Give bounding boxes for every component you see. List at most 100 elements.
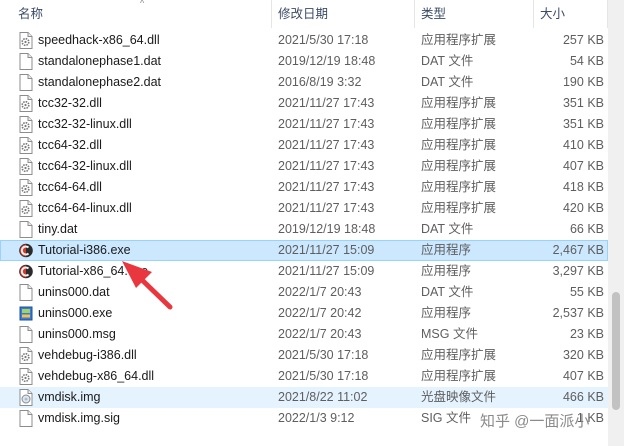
dll-gear-icon <box>19 347 33 364</box>
file-modified-date: 2021/11/27 17:43 <box>278 96 375 110</box>
dll-gear-icon <box>19 158 33 175</box>
file-modified-date: 2021/5/30 17:18 <box>278 348 369 362</box>
dll-gear-icon <box>19 116 33 133</box>
file-type: 应用程序 <box>421 264 472 278</box>
dll-gear-icon <box>19 32 33 49</box>
file-modified-date: 2016/8/19 3:32 <box>278 75 362 89</box>
column-header-date[interactable]: 修改日期 <box>272 0 328 28</box>
file-name: Tutorial-x86_64.exe <box>38 264 149 278</box>
file-name: unins000.msg <box>38 327 116 341</box>
installer-icon <box>19 305 33 322</box>
file-name: standalonephase1.dat <box>38 54 162 68</box>
file-modified-date: 2021/11/27 17:43 <box>278 117 375 131</box>
sort-ascending-icon: ^ <box>140 0 145 8</box>
file-name: Tutorial-i386.exe <box>38 243 131 257</box>
file-size: 23 KB <box>569 327 604 341</box>
file-name: speedhack-x86_64.dll <box>38 33 160 47</box>
file-name: tcc64-32.dll <box>38 138 102 152</box>
file-name: unins000.exe <box>38 306 113 320</box>
file-name: vmdisk.img <box>38 390 101 404</box>
cheat-engine-icon <box>19 263 33 280</box>
file-type: 应用程序扩展 <box>421 348 497 362</box>
file-row[interactable]: Tutorial-x86_64.exe 2021/11/27 15:09 应用程序 3… <box>0 261 608 282</box>
file-type: 应用程序扩展 <box>421 117 497 131</box>
dll-gear-icon <box>19 179 33 196</box>
file-modified-date: 2022/1/7 20:43 <box>278 285 362 299</box>
column-header-name[interactable]: 名称 <box>12 0 43 28</box>
file-modified-date: 2022/1/7 20:43 <box>278 327 362 341</box>
file-list: speedhack-x86_64.dll 2021/5/30 17:18 应用程序扩… <box>0 28 608 446</box>
file-row[interactable]: tiny.dat 2019/12/19 18:48 DAT 文件 66 KB <box>0 219 608 240</box>
column-header-bar: 名称 ^ 修改日期 类型 大小 <box>0 0 624 28</box>
file-row[interactable]: speedhack-x86_64.dll 2021/5/30 17:18 应用程序扩… <box>0 30 608 51</box>
cheat-engine-icon <box>19 242 33 259</box>
file-type: DAT 文件 <box>421 285 474 299</box>
file-row[interactable]: Tutorial-i386.exe 2021/11/27 15:09 应用程序 2,4… <box>0 240 608 261</box>
file-modified-date: 2022/1/3 9:12 <box>278 411 355 425</box>
file-size: 2,467 KB <box>552 243 604 257</box>
file-row[interactable]: unins000.dat 2022/1/7 20:43 DAT 文件 55 KB <box>0 282 608 303</box>
file-row[interactable]: tcc64-32.dll 2021/11/27 17:43 应用程序扩展 410 KB <box>0 135 608 156</box>
file-type: 应用程序扩展 <box>421 96 497 110</box>
file-row[interactable]: standalonephase2.dat 2016/8/19 3:32 DAT 文件… <box>0 72 608 93</box>
dll-gear-icon <box>19 200 33 217</box>
blank-file-icon <box>19 74 33 91</box>
file-row[interactable]: tcc64-64-linux.dll 2021/11/27 17:43 应用程序扩展… <box>0 198 608 219</box>
file-modified-date: 2021/11/27 17:43 <box>278 159 375 173</box>
file-row[interactable]: tcc64-64.dll 2021/11/27 17:43 应用程序扩展 418 KB <box>0 177 608 198</box>
file-type: 应用程序扩展 <box>421 138 497 152</box>
file-size: 54 KB <box>569 54 604 68</box>
file-size: 407 KB <box>562 159 604 173</box>
file-modified-date: 2021/8/22 11:02 <box>278 390 368 404</box>
file-size: 351 KB <box>562 117 604 131</box>
file-row[interactable]: tcc64-32-linux.dll 2021/11/27 17:43 应用程序扩展… <box>0 156 608 177</box>
file-size: 2,537 KB <box>552 306 604 320</box>
column-header-type[interactable]: 类型 <box>415 0 446 28</box>
dll-gear-icon <box>19 368 33 385</box>
file-row[interactable]: vmdisk.img 2021/8/22 11:02 光盘映像文件 466 KB <box>0 387 608 408</box>
file-name: standalonephase2.dat <box>38 75 162 89</box>
file-row[interactable]: vehdebug-x86_64.dll 2021/5/30 17:18 应用程序扩展… <box>0 366 608 387</box>
dll-gear-icon <box>19 95 33 112</box>
disc-image-icon <box>19 389 33 406</box>
blank-file-icon <box>19 326 33 343</box>
blank-file-icon <box>19 53 33 70</box>
file-type: DAT 文件 <box>421 75 474 89</box>
file-name: vmdisk.img.sig <box>38 411 120 425</box>
file-name: unins000.dat <box>38 285 110 299</box>
file-row[interactable]: tcc32-32-linux.dll 2021/11/27 17:43 应用程序扩展… <box>0 114 608 135</box>
file-modified-date: 2021/11/27 17:43 <box>278 180 375 194</box>
file-row[interactable]: tcc32-32.dll 2021/11/27 17:43 应用程序扩展 351 KB <box>0 93 608 114</box>
blank-file-icon <box>19 221 33 238</box>
file-modified-date: 2022/1/7 20:42 <box>278 306 362 320</box>
file-type: 应用程序 <box>421 243 472 257</box>
file-modified-date: 2021/11/27 17:43 <box>278 201 375 215</box>
file-modified-date: 2021/11/27 15:09 <box>278 264 375 278</box>
column-header-size[interactable]: 大小 <box>534 0 565 28</box>
file-size: 466 KB <box>562 390 604 404</box>
file-name: tcc64-64.dll <box>38 180 102 194</box>
file-row[interactable]: unins000.exe 2022/1/7 20:42 应用程序 2,537 KB <box>0 303 608 324</box>
file-modified-date: 2021/11/27 15:09 <box>278 243 375 257</box>
file-row[interactable]: standalonephase1.dat 2019/12/19 18:48 DAT … <box>0 51 608 72</box>
file-size: 410 KB <box>562 138 604 152</box>
file-modified-date: 2021/5/30 17:18 <box>278 33 369 47</box>
file-row[interactable]: vehdebug-i386.dll 2021/5/30 17:18 应用程序扩展 32… <box>0 345 608 366</box>
file-type: 应用程序扩展 <box>421 159 497 173</box>
file-size: 190 KB <box>562 75 604 89</box>
file-size: 3,297 KB <box>552 264 604 278</box>
file-size: 320 KB <box>562 348 604 362</box>
file-modified-date: 2021/11/27 17:43 <box>278 138 375 152</box>
vertical-scrollbar[interactable] <box>608 0 624 446</box>
scrollbar-thumb[interactable] <box>612 292 620 410</box>
file-type: 应用程序扩展 <box>421 201 497 215</box>
file-name: tcc64-32-linux.dll <box>38 159 132 173</box>
file-modified-date: 2019/12/19 18:48 <box>278 222 376 236</box>
file-row[interactable]: unins000.msg 2022/1/7 20:43 MSG 文件 23 KB <box>0 324 608 345</box>
file-size: 420 KB <box>562 201 604 215</box>
file-size: 257 KB <box>562 33 604 47</box>
dll-gear-icon <box>19 137 33 154</box>
file-name: vehdebug-i386.dll <box>38 348 137 362</box>
file-type: 应用程序扩展 <box>421 180 497 194</box>
file-modified-date: 2021/5/30 17:18 <box>278 369 369 383</box>
